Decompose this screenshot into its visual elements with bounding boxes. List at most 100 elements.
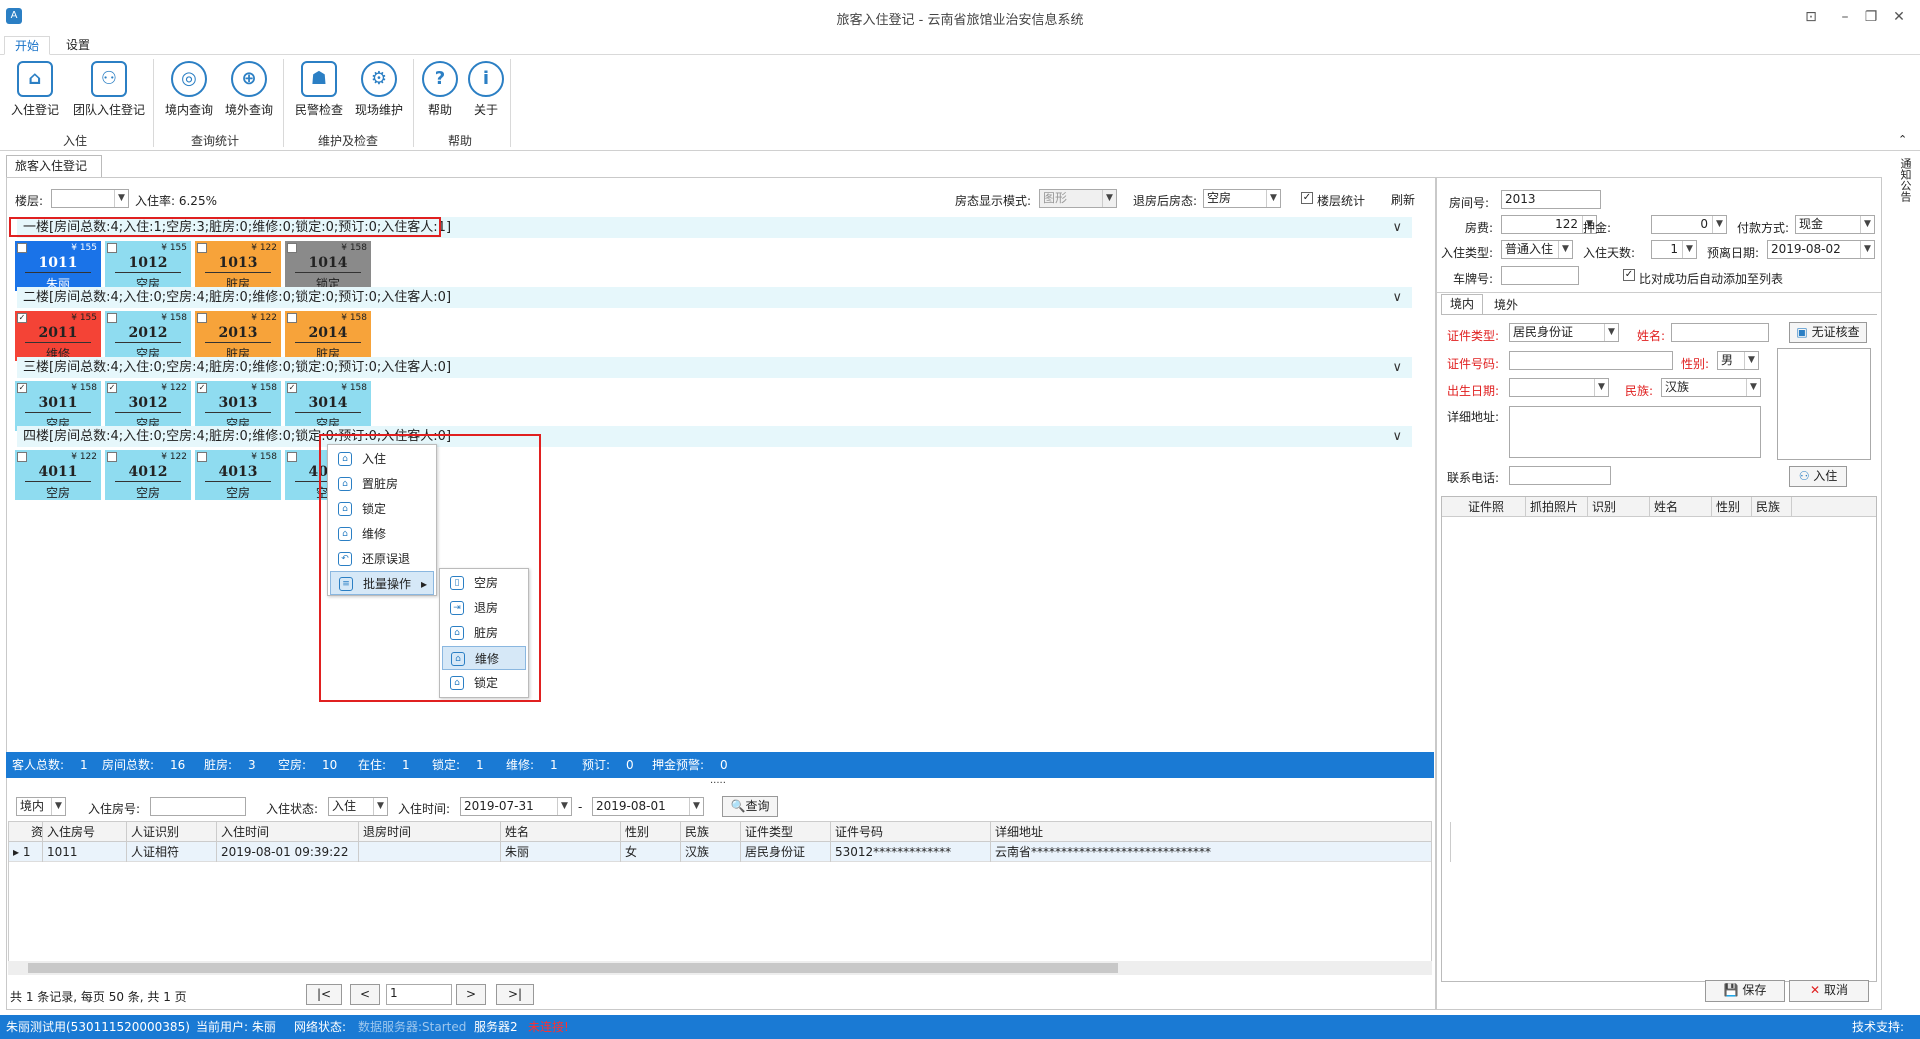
column-header[interactable]: 资 bbox=[27, 822, 43, 842]
column-header[interactable]: 证件号码 bbox=[831, 822, 991, 842]
floor-header[interactable]: 四楼[房间总数:4;入住:0;空房:4;脏房:0;维修:0;锁定:0;预订:0;… bbox=[17, 426, 1412, 447]
maximize-button[interactable]: ❐ bbox=[1858, 6, 1884, 28]
room-card[interactable]: ✓ ¥ 158 3014 空房 bbox=[285, 381, 371, 431]
room-card[interactable]: ✓ ¥ 158 3011 空房 bbox=[15, 381, 101, 431]
page-input[interactable]: 1 bbox=[386, 984, 452, 1005]
checkin-register-button[interactable]: ⌂ 入住登记 bbox=[8, 61, 62, 118]
room-card[interactable]: ¥ 158 2012 空房 bbox=[105, 311, 191, 361]
first-page-button[interactable]: |< bbox=[306, 984, 342, 1005]
police-check-button[interactable]: ☗ 民警检查 bbox=[292, 61, 346, 118]
table-row[interactable]: ▸ 1 1011 人证相符 2019-08-01 09:39:22 朱丽女汉族 居民身份证… bbox=[9, 842, 1451, 862]
room-checkbox[interactable] bbox=[197, 452, 207, 462]
site-maintenance-button[interactable]: ⚙ 现场维护 bbox=[352, 61, 406, 118]
group-checkin-button[interactable]: ⚇ 团队入住登记 bbox=[70, 61, 148, 118]
room-checkbox[interactable]: ✓ bbox=[17, 383, 27, 393]
room-checkbox[interactable]: ✓ bbox=[107, 383, 117, 393]
minimize-button[interactable]: – bbox=[1832, 6, 1858, 28]
room-card[interactable]: ¥ 122 4011 空房 bbox=[15, 450, 101, 500]
foreign-query-button[interactable]: ⊕ 境外查询 bbox=[222, 61, 276, 118]
room-card[interactable]: ✓ ¥ 158 3013 空房 bbox=[195, 381, 281, 431]
room-checkbox[interactable] bbox=[107, 243, 117, 253]
plate-input[interactable] bbox=[1501, 266, 1579, 285]
pay-select[interactable]: 现金 ▼ bbox=[1795, 215, 1875, 234]
column-header[interactable]: 姓名 bbox=[1650, 497, 1712, 517]
ethnic-select[interactable]: 汉族 ▼ bbox=[1661, 378, 1761, 397]
domestic-query-button[interactable]: ◎ 境内查询 bbox=[162, 61, 216, 118]
column-header[interactable]: 抓拍照片 bbox=[1526, 497, 1588, 517]
room-card[interactable]: ✓ ¥ 122 3012 空房 bbox=[105, 381, 191, 431]
after-checkout-select[interactable]: 空房 ▼ bbox=[1203, 189, 1281, 208]
next-page-button[interactable]: > bbox=[456, 984, 486, 1005]
document-tab[interactable]: 旅客入住登记 bbox=[6, 155, 102, 177]
column-header[interactable]: 性别 bbox=[621, 822, 681, 842]
id-no-input[interactable] bbox=[1509, 351, 1673, 370]
room-checkbox[interactable]: ✓ bbox=[197, 383, 207, 393]
column-header[interactable]: 退房时间 bbox=[359, 822, 501, 842]
save-button[interactable]: 💾 保存 bbox=[1705, 980, 1785, 1002]
name-input[interactable] bbox=[1671, 323, 1769, 342]
room-card[interactable]: ✓ ¥ 155 2011 维修 bbox=[15, 311, 101, 361]
column-header[interactable]: 证件类型 bbox=[741, 822, 831, 842]
help-button[interactable]: ? 帮助 bbox=[420, 61, 460, 118]
about-button[interactable]: i 关于 bbox=[466, 61, 506, 118]
leave-date-input[interactable]: 2019-08-02 ▼ bbox=[1767, 240, 1875, 259]
room-checkbox[interactable]: ✓ bbox=[287, 383, 297, 393]
date-from-input[interactable]: 2019-07-31 ▼ bbox=[460, 797, 572, 816]
room-card[interactable]: ¥ 158 1014 锁定 bbox=[285, 241, 371, 291]
column-header[interactable]: 入住时间 bbox=[217, 822, 359, 842]
days-input[interactable]: 1 ▼ bbox=[1651, 240, 1697, 259]
room-checkbox[interactable] bbox=[287, 452, 297, 462]
tab-foreign[interactable]: 境外 bbox=[1485, 296, 1527, 314]
notice-side-tab[interactable]: 通知公告 bbox=[1892, 158, 1912, 218]
room-card[interactable]: ¥ 122 2013 脏房 bbox=[195, 311, 281, 361]
room-checkbox[interactable] bbox=[107, 313, 117, 323]
sex-select[interactable]: 男 ▼ bbox=[1717, 351, 1759, 370]
tab-domestic[interactable]: 境内 bbox=[1441, 294, 1483, 314]
room-checkbox[interactable]: ✓ bbox=[17, 243, 27, 253]
room-no-input[interactable] bbox=[150, 797, 246, 816]
room-checkbox[interactable]: ✓ bbox=[17, 313, 27, 323]
auto-add-checkbox[interactable]: ✓ bbox=[1623, 269, 1635, 281]
last-page-button[interactable]: >| bbox=[496, 984, 534, 1005]
refresh-button[interactable]: 刷新 bbox=[1391, 191, 1415, 208]
room-card[interactable]: ✓ ¥ 155 1011 朱丽 bbox=[15, 241, 101, 291]
id-type-select[interactable]: 居民身份证 ▼ bbox=[1509, 323, 1619, 342]
deposit-input[interactable]: 0 ▼ bbox=[1651, 215, 1727, 234]
birth-date-input[interactable]: ▼ bbox=[1509, 378, 1609, 397]
column-header[interactable]: 证件照 bbox=[1464, 497, 1526, 517]
query-button[interactable]: 🔍查询 bbox=[722, 796, 778, 817]
room-checkbox[interactable] bbox=[107, 452, 117, 462]
restore-layout-icon[interactable]: ⊡ bbox=[1798, 6, 1824, 28]
floor-select[interactable]: ▼ bbox=[51, 189, 129, 208]
column-header[interactable]: 人证识别 bbox=[127, 822, 217, 842]
column-header[interactable]: 入住房号 bbox=[43, 822, 127, 842]
room-checkbox[interactable] bbox=[197, 243, 207, 253]
address-textarea[interactable] bbox=[1509, 406, 1761, 458]
scrollbar-thumb[interactable] bbox=[28, 963, 1118, 973]
type-select[interactable]: 普通入住 ▼ bbox=[1501, 240, 1573, 259]
room-card[interactable]: ¥ 158 2014 脏房 bbox=[285, 311, 371, 361]
room-card[interactable]: ¥ 158 4013 空房 bbox=[195, 450, 281, 500]
date-to-input[interactable]: 2019-08-01 ▼ bbox=[592, 797, 704, 816]
column-header[interactable]: 姓名 bbox=[501, 822, 621, 842]
close-button[interactable]: ✕ bbox=[1886, 6, 1912, 28]
column-header[interactable]: 详细地址 bbox=[991, 822, 1451, 842]
column-header[interactable]: 民族 bbox=[1752, 497, 1792, 517]
column-header[interactable]: 性别 bbox=[1712, 497, 1752, 517]
room-input[interactable]: 2013 bbox=[1501, 190, 1601, 209]
room-card[interactable]: ¥ 122 1013 脏房 bbox=[195, 241, 281, 291]
tab-settings[interactable]: 设置 bbox=[56, 36, 100, 55]
floor-header[interactable]: 二楼[房间总数:4;入住:0;空房:4;脏房:0;维修:0;锁定:0;预订:0;… bbox=[17, 287, 1412, 308]
state-select[interactable]: 入住 ▼ bbox=[328, 797, 388, 816]
checkin-button[interactable]: ⚇ 入住 bbox=[1789, 466, 1847, 487]
phone-input[interactable] bbox=[1509, 466, 1611, 485]
prev-page-button[interactable]: < bbox=[350, 984, 380, 1005]
scope-select[interactable]: 境内 ▼ bbox=[16, 797, 66, 816]
splitter-handle[interactable]: ····· bbox=[710, 778, 726, 789]
room-checkbox[interactable] bbox=[287, 243, 297, 253]
room-checkbox[interactable] bbox=[17, 452, 27, 462]
room-checkbox[interactable] bbox=[287, 313, 297, 323]
horizontal-scrollbar[interactable] bbox=[8, 961, 1432, 975]
collapse-ribbon-icon[interactable]: ⌃ bbox=[1898, 133, 1907, 146]
cancel-button[interactable]: ✕ 取消 bbox=[1789, 980, 1869, 1002]
